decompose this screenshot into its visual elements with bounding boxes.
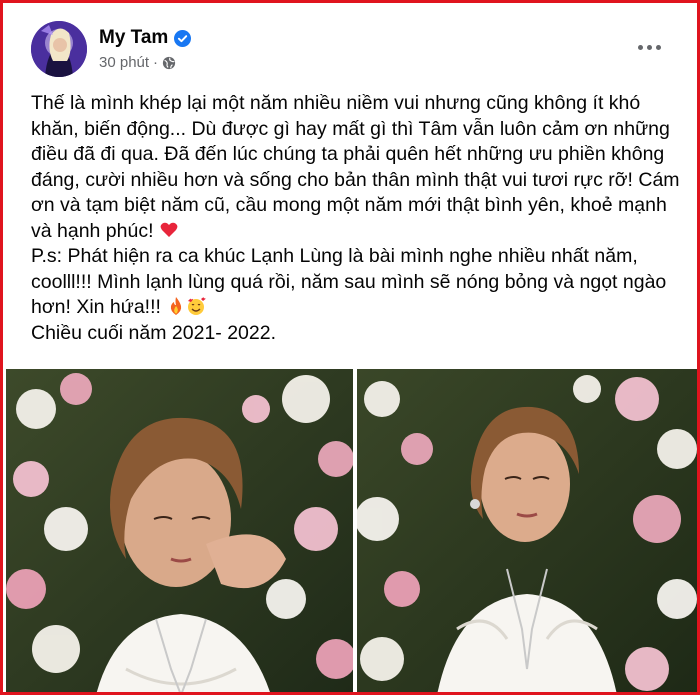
author-label[interactable]: My Tam (99, 27, 168, 49)
post-paragraph-3: Chiều cuối năm 2021- 2022. (31, 321, 276, 344)
globe-icon[interactable] (162, 56, 176, 70)
author-name[interactable]: My Tam (99, 27, 192, 49)
post-header: My Tam 30 phút · (31, 21, 677, 79)
smiling-face-with-hearts-emoji (188, 297, 206, 315)
post-card: My Tam 30 phút · Thế là mình khép lại mộ… (0, 0, 700, 695)
post-paragraph-1: Thế là mình khép lại một năm nhiều niềm … (31, 92, 680, 242)
fire-emoji (171, 297, 182, 315)
red-heart-emoji (160, 222, 178, 237)
more-options-icon[interactable] (631, 29, 667, 65)
photo-1[interactable] (6, 369, 353, 692)
post-meta: 30 phút · (99, 54, 176, 71)
avatar[interactable] (31, 21, 87, 77)
post-paragraph-2: P.s: Phát hiện ra ca khúc Lạnh Lùng là b… (31, 245, 667, 318)
photo-2[interactable] (357, 369, 697, 692)
timestamp[interactable]: 30 phút (99, 54, 149, 71)
photo-grid (6, 369, 697, 692)
post-text: Thế là mình khép lại một năm nhiều niềm … (31, 91, 691, 346)
verified-badge-icon (174, 29, 192, 47)
